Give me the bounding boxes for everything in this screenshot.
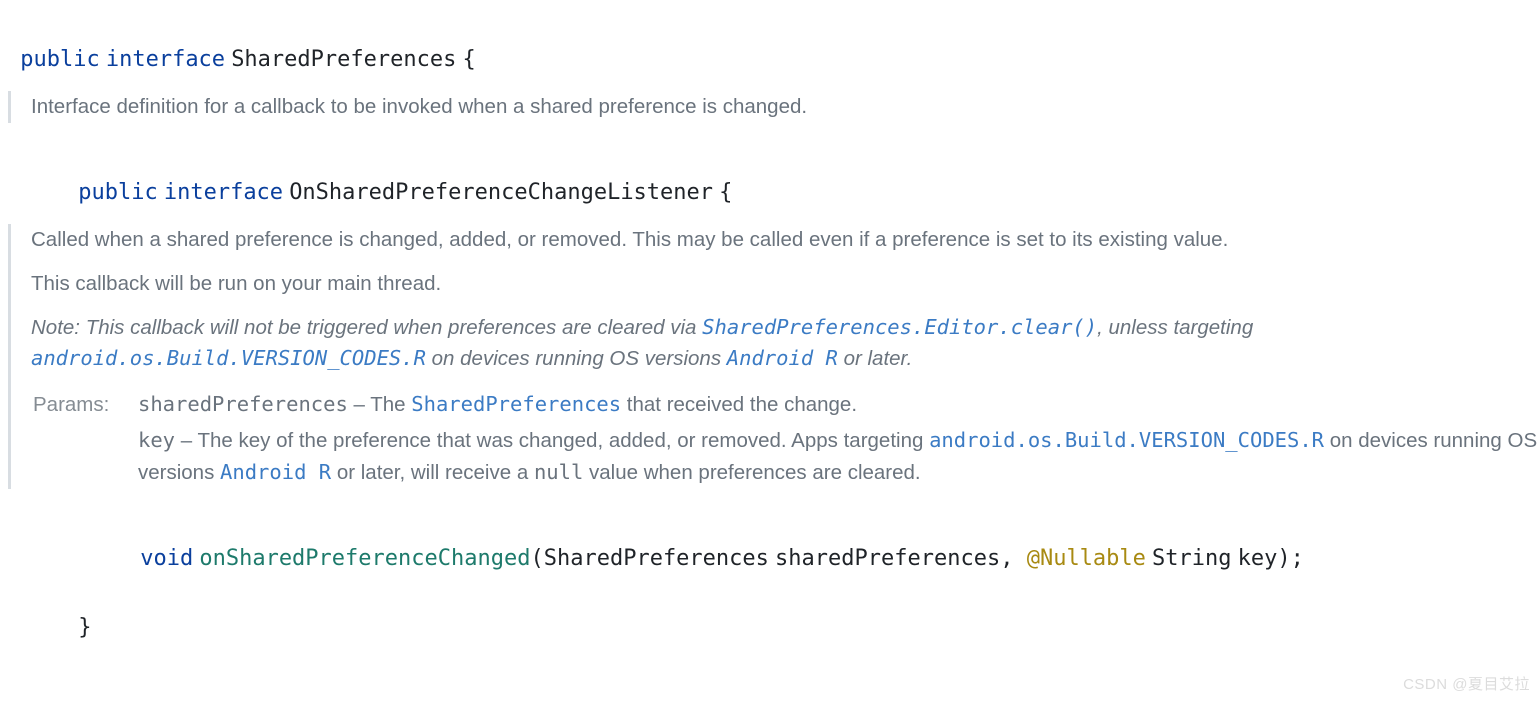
watermark: CSDN @夏目艾拉 bbox=[1403, 673, 1530, 696]
note-mid2: on devices running OS versions bbox=[426, 347, 727, 370]
paren-close: ) bbox=[1277, 546, 1290, 571]
param2-null: null bbox=[534, 460, 583, 484]
inner-interface-decl: public interface OnSharedPreferenceChang… bbox=[66, 141, 1540, 210]
param2-sep: – The key of the preference that was cha… bbox=[175, 429, 929, 452]
inner-brace-close: } bbox=[66, 576, 1540, 645]
doc-p2: This callback will be run on your main t… bbox=[31, 268, 1540, 300]
params-block: Params: sharedPreferences – The SharedPr… bbox=[31, 389, 1540, 488]
inner-doc: Called when a shared preference is chang… bbox=[8, 224, 1540, 488]
outer-doc: Interface definition for a callback to b… bbox=[8, 91, 1540, 123]
comma: , bbox=[1000, 546, 1027, 571]
params-label: Params: bbox=[31, 389, 138, 421]
p1-name: sharedPreferences bbox=[775, 546, 1000, 571]
method-decl: void onSharedPreferenceChanged(SharedPre… bbox=[128, 507, 1540, 576]
annotation-nullable: @Nullable bbox=[1027, 546, 1146, 571]
brace-open: { bbox=[719, 180, 732, 205]
note-suffix: or later. bbox=[838, 347, 912, 370]
p1-type: SharedPreferences bbox=[544, 546, 769, 571]
param2-mid2: or later, will receive a bbox=[331, 461, 534, 484]
doc-note: Note: This callback will not be triggere… bbox=[31, 312, 1540, 376]
semi: ; bbox=[1291, 546, 1304, 571]
p2-name: key bbox=[1238, 546, 1278, 571]
doc-p1: Called when a shared preference is chang… bbox=[31, 224, 1540, 256]
p2-type: String bbox=[1152, 546, 1231, 571]
param-1: sharedPreferences – The SharedPreference… bbox=[138, 389, 1540, 421]
param2-name: key bbox=[138, 428, 175, 452]
param1-name: sharedPreferences bbox=[138, 392, 348, 416]
kw-interface: interface bbox=[106, 47, 225, 72]
method-name: onSharedPreferenceChanged bbox=[199, 546, 530, 571]
params-defs: sharedPreferences – The SharedPreference… bbox=[138, 389, 1540, 488]
outer-name: SharedPreferences bbox=[231, 47, 456, 72]
note-link-androidr[interactable]: Android R bbox=[727, 346, 838, 370]
ret-type: void bbox=[140, 546, 193, 571]
note-prefix: Note: This callback will not be triggere… bbox=[31, 316, 702, 339]
param1-link[interactable]: SharedPreferences bbox=[411, 392, 621, 416]
param2-link-androidr[interactable]: Android R bbox=[220, 460, 331, 484]
param1-sep: – The bbox=[348, 393, 411, 416]
paren-open: ( bbox=[530, 546, 543, 571]
kw-public: public bbox=[20, 47, 99, 72]
inner-name: OnSharedPreferenceChangeListener bbox=[289, 180, 713, 205]
param2-link-vcodes[interactable]: android.os.Build.VERSION_CODES.R bbox=[929, 428, 1324, 452]
note-link-clear[interactable]: SharedPreferences.Editor.clear() bbox=[702, 315, 1097, 339]
param1-rest: that received the change. bbox=[621, 393, 857, 416]
note-mid1: , unless targeting bbox=[1097, 316, 1253, 339]
note-link-vcodes[interactable]: android.os.Build.VERSION_CODES.R bbox=[31, 346, 426, 370]
brace-open: { bbox=[462, 47, 475, 72]
outer-doc-text: Interface definition for a callback to b… bbox=[31, 91, 1540, 123]
kw-interface: interface bbox=[164, 180, 283, 205]
param2-rest: value when preferences are cleared. bbox=[583, 461, 920, 484]
param-2: key – The key of the preference that was… bbox=[138, 425, 1540, 489]
kw-public: public bbox=[78, 180, 157, 205]
outer-interface-decl: public interface SharedPreferences { bbox=[8, 8, 1540, 77]
